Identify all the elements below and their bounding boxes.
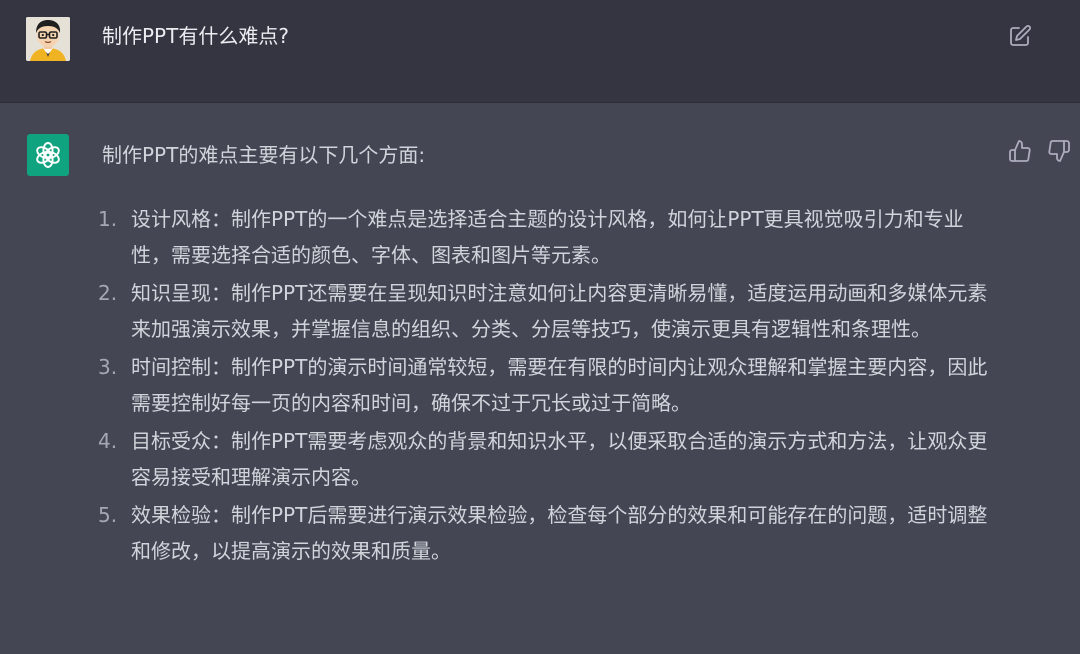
user-message-text: 制作PPT有什么难点? <box>102 24 289 48</box>
thumbs-down-icon <box>1048 140 1070 162</box>
list-item-number: 3. <box>98 355 118 379</box>
list-item-number: 1. <box>98 207 118 231</box>
list-item-number: 2. <box>98 281 118 305</box>
list-item: 2. 知识呈现：制作PPT还需要在呈现知识时注意如何让内容更清晰易懂，适度运用动… <box>98 275 998 347</box>
list-item-number: 4. <box>98 429 118 453</box>
list-item-text: 时间控制：制作PPT的演示时间通常较短，需要在有限的时间内让观众理解和掌握主要内… <box>131 355 988 415</box>
list-item: 4. 目标受众：制作PPT需要考虑观众的背景和知识水平，以便采取合适的演示方式和… <box>98 423 998 495</box>
edit-icon <box>1010 25 1031 46</box>
user-avatar <box>26 17 70 61</box>
list-item-number: 5. <box>98 503 118 527</box>
openai-logo-icon <box>36 142 60 168</box>
edit-message-button[interactable] <box>1008 24 1032 48</box>
assistant-avatar <box>27 134 69 176</box>
answer-list: 1. 设计风格：制作PPT的一个难点是选择适合主题的设计风格，如何让PPT更具视… <box>98 201 998 571</box>
list-item: 3. 时间控制：制作PPT的演示时间通常较短，需要在有限的时间内让观众理解和掌握… <box>98 349 998 421</box>
cartoon-person-with-glasses-avatar-icon <box>26 17 70 61</box>
assistant-intro-text: 制作PPT的难点主要有以下几个方面: <box>102 143 426 167</box>
list-item-text: 知识呈现：制作PPT还需要在呈现知识时注意如何让内容更清晰易懂，适度运用动画和多… <box>131 281 988 341</box>
list-item-text: 设计风格：制作PPT的一个难点是选择适合主题的设计风格，如何让PPT更具视觉吸引… <box>131 207 964 267</box>
user-message-row: 制作PPT有什么难点? <box>0 0 1080 103</box>
assistant-message-row: 制作PPT的难点主要有以下几个方面: 1. 设计风格：制作PPT的一个难点是选择… <box>0 103 1080 654</box>
thumbs-up-icon <box>1009 140 1031 162</box>
list-item: 5. 效果检验：制作PPT后需要进行演示效果检验，检查每个部分的效果和可能存在的… <box>98 497 998 569</box>
thumbs-up-button[interactable] <box>1008 139 1032 163</box>
list-item: 1. 设计风格：制作PPT的一个难点是选择适合主题的设计风格，如何让PPT更具视… <box>98 201 998 273</box>
list-item-text: 效果检验：制作PPT后需要进行演示效果检验，检查每个部分的效果和可能存在的问题，… <box>131 503 988 563</box>
thumbs-down-button[interactable] <box>1047 139 1071 163</box>
list-item-text: 目标受众：制作PPT需要考虑观众的背景和知识水平，以便采取合适的演示方式和方法，… <box>131 429 988 489</box>
